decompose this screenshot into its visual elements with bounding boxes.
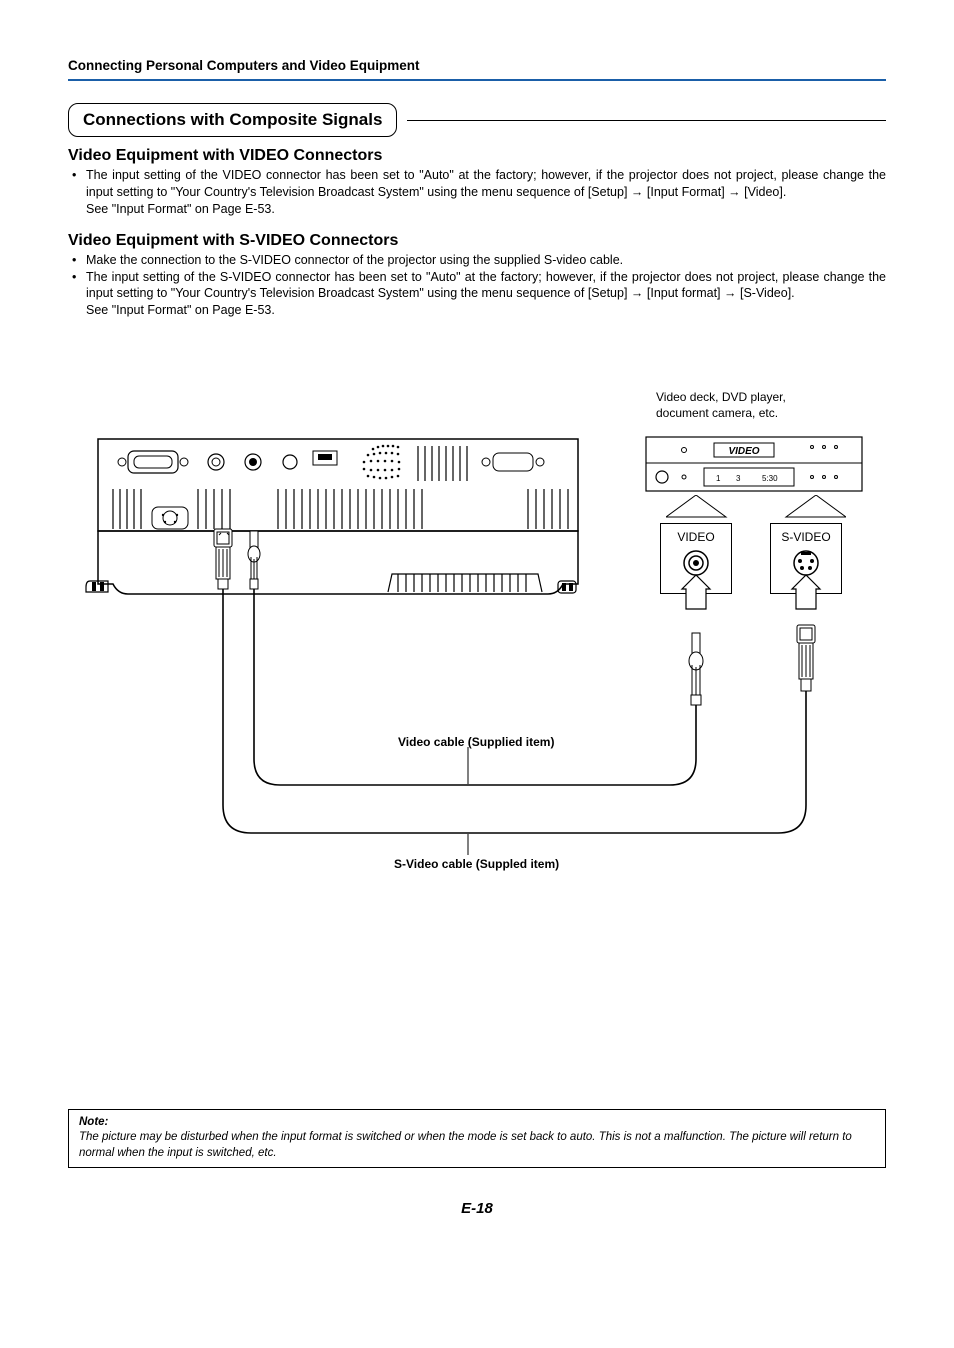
list-item: The input setting of the VIDEO connector… (68, 167, 886, 218)
connection-diagram: Video deck, DVD player, document camera,… (68, 389, 886, 949)
section-title: Connections with Composite Signals (68, 103, 397, 137)
bullet-text: The input setting of the S-VIDEO connect… (86, 270, 886, 301)
see-ref: See "Input Format" on Page E-53. (86, 202, 275, 216)
subheading-video: Video Equipment with VIDEO Connectors (68, 147, 886, 165)
page-number: E-18 (68, 1200, 886, 1217)
subheading-svideo: Video Equipment with S-VIDEO Connectors (68, 232, 886, 250)
see-ref: See "Input Format" on Page E-53. (86, 303, 275, 317)
list-item: Make the connection to the S-VIDEO conne… (68, 252, 886, 269)
svideo-list: Make the connection to the S-VIDEO conne… (68, 252, 886, 320)
section-title-row: Connections with Composite Signals (68, 103, 886, 137)
note-heading: Note: (79, 1116, 875, 1128)
cable2-label: S-Video cable (Suppled item) (394, 857, 559, 871)
video-list: The input setting of the VIDEO connector… (68, 167, 886, 218)
cable1-label: Video cable (Supplied item) (398, 735, 554, 749)
section-header: Connecting Personal Computers and Video … (68, 58, 886, 81)
note-box: Note: The picture may be disturbed when … (68, 1109, 886, 1168)
note-body: The picture may be disturbed when the in… (79, 1130, 875, 1161)
title-rule (407, 120, 886, 121)
bullet-text: The input setting of the VIDEO connector… (86, 168, 886, 199)
list-item: The input setting of the S-VIDEO connect… (68, 269, 886, 320)
